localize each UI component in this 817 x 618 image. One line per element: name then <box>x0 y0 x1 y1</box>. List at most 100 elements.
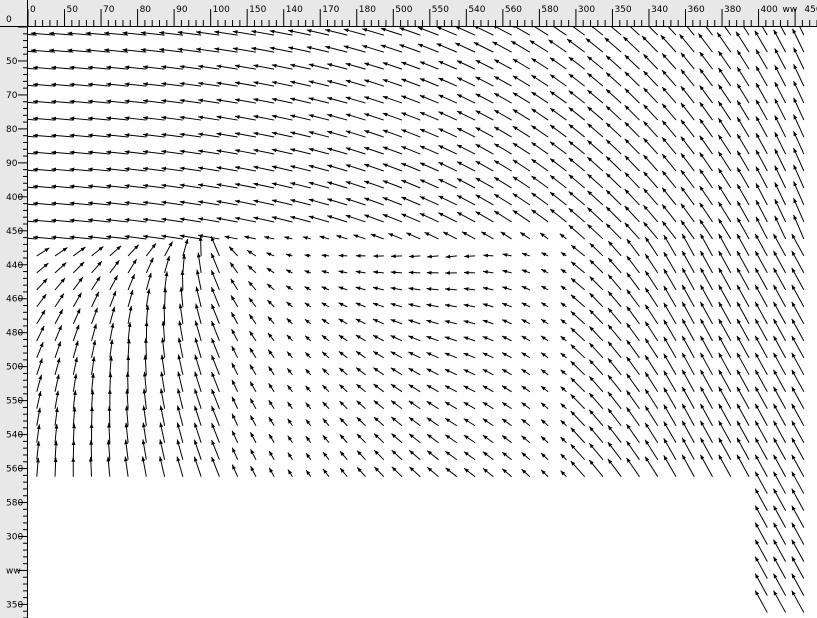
vector-arrow-head <box>112 290 117 296</box>
x-tick-label: 100 <box>213 5 230 15</box>
vector-arrow-head <box>194 388 198 394</box>
x-tick-label: 140 <box>286 5 303 15</box>
vector-arrow-head <box>194 354 199 360</box>
vector-arrow-head <box>699 85 704 91</box>
vector-arrow-head <box>550 74 555 79</box>
vector-arrow-head <box>382 214 388 218</box>
vector-arrow-head <box>308 181 314 186</box>
vector-arrow-head <box>176 456 181 462</box>
vector-arrow-head <box>306 470 311 475</box>
vector-arrow-head <box>494 210 500 216</box>
vector-arrow-head <box>362 45 368 49</box>
y-tick-label: 460 <box>6 295 23 305</box>
x-tick-label: 400 <box>761 5 778 15</box>
vector-arrow-head <box>211 270 215 276</box>
vector-arrow-head <box>198 64 203 69</box>
vector-arrow-head <box>390 302 396 307</box>
x-tick-label: 180 <box>359 5 376 15</box>
vector-arrow-head <box>512 126 518 131</box>
y-tick-label: 400 <box>6 193 23 203</box>
vector-arrow-head <box>521 269 527 274</box>
vector-arrow-head <box>445 270 450 275</box>
vector-arrow-head <box>399 27 405 32</box>
x-tick-label: 450 <box>804 5 817 15</box>
vector-arrow-head <box>319 235 325 240</box>
vector-arrow-head <box>214 30 220 35</box>
vector-arrow-head <box>271 114 277 119</box>
vector-arrow-head <box>382 79 388 83</box>
vector-arrow <box>630 27 640 36</box>
vector-arrow-head <box>194 337 199 343</box>
x-tick-label: 80 <box>140 5 152 15</box>
vector-arrow-head <box>531 91 537 97</box>
vector-arrow-head <box>88 456 93 462</box>
vector-arrow-head <box>426 417 432 422</box>
vector-arrow-head <box>401 61 407 66</box>
vector-arrow-head <box>142 234 148 239</box>
vector-arrow-head <box>161 234 167 239</box>
x-tick-label: 90 <box>176 5 188 15</box>
vector-arrow-head <box>353 234 359 239</box>
vector-arrow-head <box>161 217 167 222</box>
x-tick-label: ww <box>782 5 797 15</box>
vector-arrow-head <box>234 182 240 187</box>
vector-arrow-head <box>211 456 216 462</box>
vector-arrow-head <box>91 356 96 362</box>
vector-arrow-head <box>195 47 201 52</box>
vector-arrow-head <box>160 371 164 377</box>
vector-arrow-head <box>253 182 259 187</box>
vector-arrow-head <box>251 29 257 34</box>
vector-arrow-head <box>699 169 704 175</box>
vector-arrow-head <box>626 440 631 446</box>
y-tick-label: 90 <box>6 159 18 169</box>
vector-arrow-head <box>419 95 425 99</box>
vector-arrow-head <box>401 78 407 83</box>
vector-arrow-head <box>308 215 314 220</box>
vector-arrow-head <box>645 321 650 327</box>
vector-arrow-head <box>179 81 185 86</box>
vector-arrow-head <box>645 253 650 259</box>
vector-arrow-head <box>338 286 344 291</box>
vector-arrow-head <box>287 401 292 407</box>
vector-arrow-head <box>211 321 216 327</box>
vector-arrow-head <box>72 423 76 429</box>
vector-arrow-head <box>179 115 185 120</box>
vector-arrow-head <box>251 46 257 51</box>
vector-arrow-head <box>107 406 112 411</box>
vector-arrow-head <box>699 152 704 158</box>
vector-arrow-head <box>111 306 116 312</box>
vector-arrow-head <box>444 303 450 308</box>
vector-arrow-head <box>645 389 650 394</box>
vector-arrow-head <box>59 293 64 299</box>
vector-arrow-head <box>92 340 97 345</box>
vector-arrow-head <box>327 181 333 186</box>
vector-arrow-head <box>512 193 518 198</box>
y-ruler-svg: 50 70 80 90 400 450 440 460 480 500 550 540 560 580 30… <box>6 26 28 618</box>
vector-arrow-head <box>306 453 311 459</box>
vector-arrow-head <box>234 64 240 69</box>
vector-arrow-head <box>253 64 259 68</box>
vector-arrow-head <box>680 220 686 226</box>
vector-arrow-head <box>531 159 537 164</box>
vector-arrow-head <box>321 318 327 324</box>
vector-arrow-head <box>71 457 76 462</box>
vector-arrow <box>534 27 549 36</box>
y-tick-label: 300 <box>6 532 23 542</box>
vector-arrow-head <box>512 143 518 148</box>
vector-arrow-head <box>327 198 333 203</box>
vector-arrow-head <box>520 232 526 237</box>
vector-arrow-head <box>390 286 396 291</box>
vector-arrow-head <box>718 168 723 174</box>
vector-arrow-head <box>230 262 235 268</box>
vector-arrow-head <box>512 176 518 181</box>
vector-arrow-head <box>146 288 151 294</box>
vector-arrow-head <box>216 64 222 69</box>
vector-arrow-head <box>502 253 508 257</box>
vector-arrow-head <box>737 50 742 56</box>
vector-arrow-head <box>482 286 488 291</box>
vector-arrow-head <box>502 286 508 291</box>
vector-arrow-head <box>179 149 185 154</box>
vector-arrow-head <box>718 51 723 56</box>
x-tick-label: 350 <box>614 5 631 15</box>
vector-arrow-head <box>211 372 216 378</box>
